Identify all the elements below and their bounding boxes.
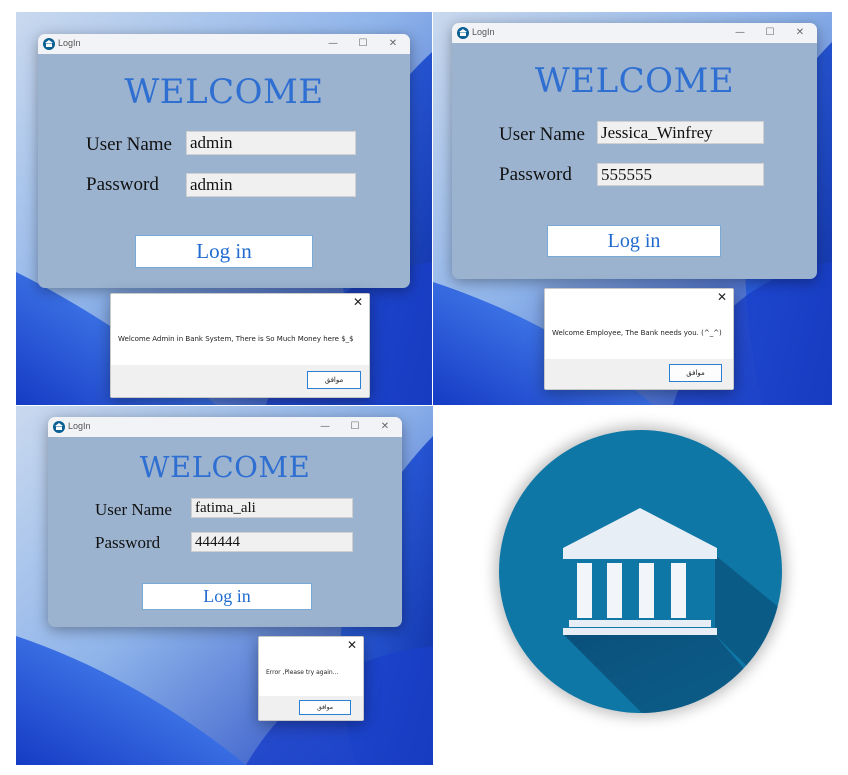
username-label: User Name xyxy=(499,124,585,145)
message-dialog: ✕ Error ,Please try again... موافق xyxy=(258,636,364,721)
dialog-title-bar: ✕ xyxy=(111,294,369,312)
minimize-button[interactable]: — xyxy=(727,25,753,41)
password-input[interactable]: admin xyxy=(186,173,356,197)
welcome-heading: WELCOME xyxy=(124,72,324,112)
bank-logo xyxy=(499,430,782,713)
dialog-close-icon[interactable]: ✕ xyxy=(347,638,357,652)
username-input[interactable]: admin xyxy=(186,131,356,155)
dialog-title-bar: ✕ xyxy=(545,289,733,307)
username-label: User Name xyxy=(86,134,172,155)
bank-icon xyxy=(43,38,55,50)
dialog-footer: موافق xyxy=(259,696,363,720)
login-window: LogIn — ☐ ✕ WELCOME User Name fatima_ali… xyxy=(48,417,402,627)
dialog-close-icon[interactable]: ✕ xyxy=(717,290,727,304)
login-window: LogIn — ☐ ✕ WELCOME User Name Jessica_Wi… xyxy=(452,23,817,279)
minimize-button[interactable]: — xyxy=(320,36,346,52)
minimize-button[interactable]: — xyxy=(312,419,338,435)
dialog-title-bar: ✕ xyxy=(259,637,363,655)
dialog-ok-button[interactable]: موافق xyxy=(307,371,361,389)
username-input[interactable]: fatima_ali xyxy=(191,498,353,518)
window-title: LogIn xyxy=(58,38,81,48)
password-label: Password xyxy=(95,533,161,552)
close-button[interactable]: ✕ xyxy=(372,419,398,435)
dialog-ok-button[interactable]: موافق xyxy=(669,364,722,382)
message-dialog: ✕ Welcome Employee, The Bank needs you. … xyxy=(544,288,734,390)
dialog-message: Error ,Please try again... xyxy=(266,669,339,676)
title-bar: LogIn — ☐ ✕ xyxy=(48,417,402,437)
password-label: Password xyxy=(86,174,159,195)
title-bar: LogIn — ☐ ✕ xyxy=(38,34,410,54)
dialog-close-icon[interactable]: ✕ xyxy=(353,295,363,309)
screenshot-panel-admin: LogIn — ☐ ✕ WELCOME User Name admin Pass… xyxy=(16,12,432,405)
password-label: Password xyxy=(499,164,572,185)
window-title: LogIn xyxy=(68,421,91,431)
bank-building-icon xyxy=(563,508,782,713)
dialog-footer: موافق xyxy=(111,365,369,397)
welcome-heading: WELCOME xyxy=(139,450,311,484)
login-button[interactable]: Log in xyxy=(547,225,721,257)
dialog-ok-button[interactable]: موافق xyxy=(299,700,351,715)
maximize-button[interactable]: ☐ xyxy=(342,419,368,435)
login-button[interactable]: Log in xyxy=(142,583,312,610)
password-input[interactable]: 444444 xyxy=(191,532,353,552)
password-input[interactable]: 555555 xyxy=(597,163,764,186)
dialog-message: Welcome Employee, The Bank needs you. (^… xyxy=(552,329,722,337)
username-input[interactable]: Jessica_Winfrey xyxy=(597,121,764,144)
close-button[interactable]: ✕ xyxy=(380,36,406,52)
login-button[interactable]: Log in xyxy=(135,235,313,268)
welcome-heading: WELCOME xyxy=(534,61,735,101)
title-bar: LogIn — ☐ ✕ xyxy=(452,23,817,43)
username-label: User Name xyxy=(95,500,172,519)
bank-icon xyxy=(457,27,469,39)
message-dialog: ✕ Welcome Admin in Bank System, There is… xyxy=(110,293,370,398)
window-title: LogIn xyxy=(472,27,495,37)
close-button[interactable]: ✕ xyxy=(787,25,813,41)
maximize-button[interactable]: ☐ xyxy=(350,36,376,52)
bank-icon xyxy=(53,421,65,433)
dialog-message: Welcome Admin in Bank System, There is S… xyxy=(118,335,354,343)
screenshot-panel-error: LogIn — ☐ ✕ WELCOME User Name fatima_ali… xyxy=(16,406,433,765)
maximize-button[interactable]: ☐ xyxy=(757,25,783,41)
screenshot-panel-employee: LogIn — ☐ ✕ WELCOME User Name Jessica_Wi… xyxy=(433,12,832,405)
login-window: LogIn — ☐ ✕ WELCOME User Name admin Pass… xyxy=(38,34,410,288)
dialog-footer: موافق xyxy=(545,359,733,389)
